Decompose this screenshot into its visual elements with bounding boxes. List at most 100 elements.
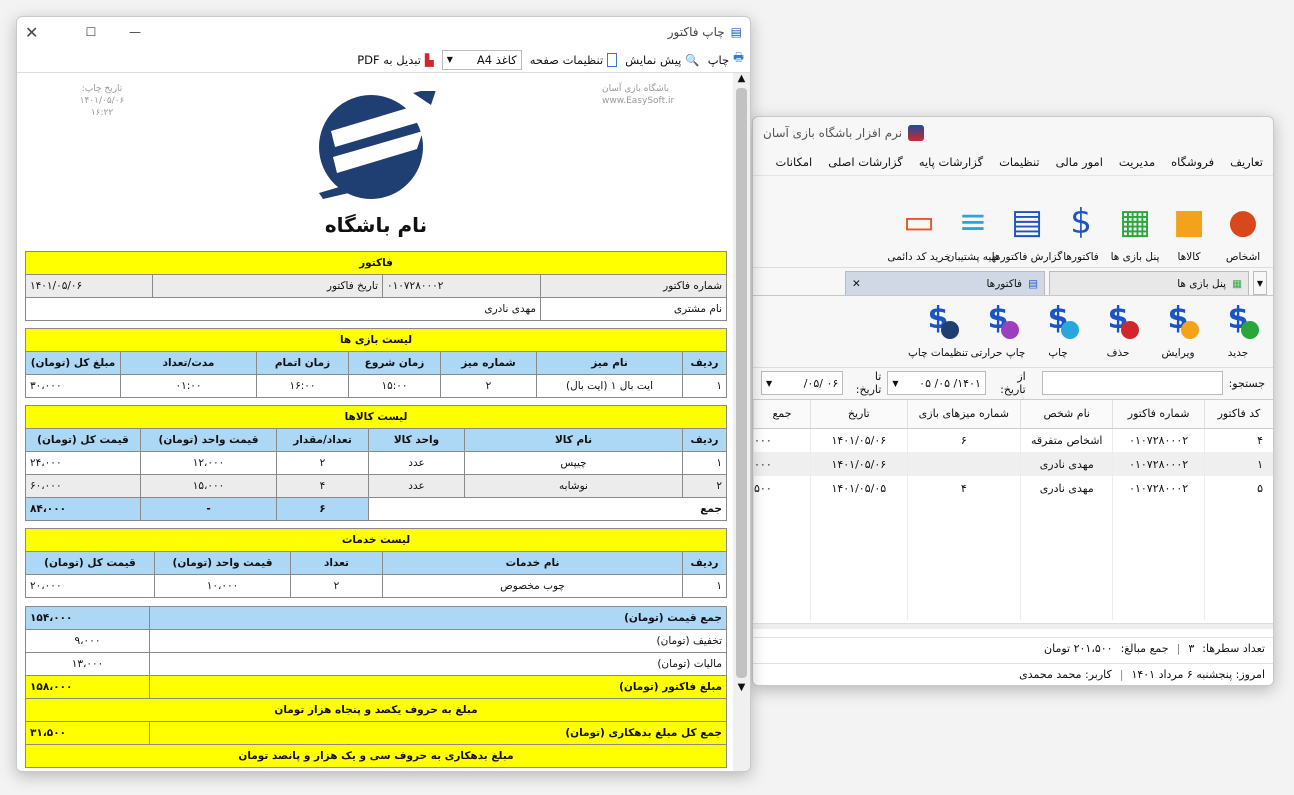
column-header: مبلغ کل (تومان) xyxy=(25,351,121,375)
ribbon-button[interactable]: ▦ پنل بازی ها xyxy=(1111,182,1160,263)
menu-item[interactable]: امکانات xyxy=(776,155,813,169)
empty-cell xyxy=(753,524,811,548)
empty-cell xyxy=(1203,500,1273,524)
ribbon-button[interactable]: ▭ خرید کد دائمی xyxy=(887,182,950,263)
tab-game-panel[interactable]: ▦ پنل بازی ها xyxy=(1049,271,1249,295)
column-header[interactable]: نام شخص xyxy=(1020,400,1113,429)
invoice-icon: $ xyxy=(1070,202,1092,242)
filter-row: جستجو: از تاریخ: ۱۴۰۱/ ۰۵/ ۰۵ ▼ تا تاریخ… xyxy=(753,368,1273,398)
chevron-down-icon: ▼ xyxy=(766,378,773,388)
action-button[interactable]: $ ویرایش xyxy=(1153,295,1203,359)
empty-cell xyxy=(1203,548,1273,572)
horizontal-scrollbar[interactable] xyxy=(753,623,1273,629)
empty-row xyxy=(753,596,1273,620)
from-date-picker[interactable]: ۱۴۰۱/ ۰۵/ ۰۵ ▼ xyxy=(887,371,986,395)
page-settings-label: تنظیمات صفحه xyxy=(529,52,604,67)
main-window: نرم افزار باشگاه بازی آسان تعاریف فروشگاه… xyxy=(752,116,1274,686)
club-logo-icon xyxy=(319,91,436,199)
maximize-icon[interactable]: ☐ xyxy=(69,25,113,39)
goods-sum-total: ۸۴،۰۰۰ xyxy=(25,497,141,521)
ribbon-button-label: فاکتورها xyxy=(1063,251,1099,263)
empty-cell xyxy=(1203,524,1273,548)
table-cell: چوب مخصوص xyxy=(382,574,683,598)
menu-item[interactable]: تنظیمات xyxy=(999,155,1040,169)
action-button[interactable]: $ چاپ xyxy=(1033,295,1083,359)
action-button-label: چاپ xyxy=(1048,347,1068,359)
chevron-down-icon: ▼ xyxy=(446,55,453,64)
preview-button[interactable]: 🔍 پیش نمایش xyxy=(625,53,700,67)
empty-cell xyxy=(810,548,908,572)
to-date-picker[interactable]: ۰۶ /۰۵/ ▼ xyxy=(761,371,844,395)
empty-cell xyxy=(810,500,908,524)
table-row[interactable]: ۴ ۰۱۰۷۲۸۰۰۰۲ اشخاص متفرقه ۶ ۱۴۰۱/۰۵/۰۶ ۰۰۰ xyxy=(753,428,1273,452)
table-row: ۲ نوشابه عدد ۴ ۱۵،۰۰۰ ۶۰،۰۰۰ xyxy=(25,474,727,498)
table-cell: ۰۱۰۷۲۸۰۰۰۲ xyxy=(1112,428,1205,452)
vertical-scrollbar[interactable]: ▲ ▼ xyxy=(733,73,750,771)
table-cell: عدد xyxy=(368,474,465,498)
services-table: لیست خدمات ردیف نام خدمات تعداد قیمت واحد (… xyxy=(25,528,727,598)
scroll-thumb[interactable] xyxy=(736,88,747,678)
badge-icon xyxy=(1181,321,1199,339)
empty-cell xyxy=(810,572,908,596)
brand-name: باشگاه بازی آسان xyxy=(602,84,669,94)
page-settings-button[interactable]: تنظیمات صفحه xyxy=(529,52,618,67)
badge-icon xyxy=(1121,321,1139,339)
close-tab-icon[interactable]: ✕ xyxy=(852,278,861,290)
empty-cell xyxy=(1203,596,1273,620)
table-row: ۱ ایت بال ۱ (ایت بال) ۲ ۱۵:۰۰ ۱۶:۰۰ ۰۱:۰۰ ۳۰،۰… xyxy=(25,374,727,398)
print-button[interactable]: 🖶 چاپ xyxy=(708,50,744,69)
table-cell: ۱۴۰۱/۰۵/۰۵ xyxy=(810,476,908,500)
debt-in-words: مبلغ بدهکاری به حروف سی و یک هزار و پانص… xyxy=(25,744,727,768)
column-header: تعداد/مقدار xyxy=(276,428,369,452)
ribbon-button[interactable]: ■ کالاها xyxy=(1165,182,1213,263)
report-chart-icon: ▤ xyxy=(1010,202,1044,242)
pdf-button[interactable]: ▙ تبدیل به PDF xyxy=(357,53,434,67)
preview-button-label: پیش نمایش xyxy=(625,52,682,67)
ribbon-button[interactable]: ≡ تهیه پشتیبان xyxy=(947,182,1000,263)
scroll-down-icon[interactable]: ▼ xyxy=(733,682,750,693)
menu-item[interactable]: تعاریف xyxy=(1230,155,1263,169)
print-button-label: چاپ xyxy=(707,52,730,67)
ribbon-button[interactable]: $ فاکتورها xyxy=(1057,182,1105,263)
action-button[interactable]: $ تنظیمات چاپ xyxy=(908,295,968,360)
invoice-amount-value: ۱۵۸،۰۰۰ xyxy=(25,675,150,699)
column-header[interactable]: شماره میزهای بازی xyxy=(906,400,1021,429)
menu-item[interactable]: امور مالی xyxy=(1056,155,1103,169)
table-cell: ۶ xyxy=(906,428,1021,452)
grid-icon: ▦ xyxy=(1232,277,1242,290)
table-row[interactable]: ۱ ۰۱۰۷۲۸۰۰۰۲ مهدی نادری ۱۴۰۱/۰۵/۰۶ ۰۰۰ xyxy=(753,452,1273,476)
tab-invoices[interactable]: ▤ فاکتورها ✕ xyxy=(845,271,1045,295)
paper-size-select[interactable]: کاغذ A4 ▼ xyxy=(441,49,522,70)
minimize-icon[interactable]: — xyxy=(113,25,157,39)
ribbon-button[interactable]: ▤ گزارش فاکتورها xyxy=(992,182,1063,263)
empty-cell xyxy=(906,500,1021,524)
column-header[interactable]: جمع xyxy=(753,400,811,429)
search-input[interactable] xyxy=(1041,371,1223,395)
tabs-dropdown-icon[interactable]: ▼ xyxy=(1253,271,1267,295)
table-row[interactable]: ۵ ۰۱۰۷۲۸۰۰۰۲ مهدی نادری ۴ ۱۴۰۱/۰۵/۰۵ ۵۰۰ xyxy=(753,476,1273,500)
empty-row xyxy=(753,572,1273,596)
menu-item[interactable]: گزارشات پایه xyxy=(919,155,983,169)
menu-item[interactable]: فروشگاه xyxy=(1171,155,1214,169)
empty-cell xyxy=(1020,572,1113,596)
table-cell: ۲۰،۰۰۰ xyxy=(25,574,155,598)
column-header: قیمت کل (تومان) xyxy=(25,428,141,452)
sum-value: ۲۰۱،۵۰۰ تومان xyxy=(1044,642,1113,655)
ribbon-button[interactable]: ● اشخاص xyxy=(1219,182,1267,263)
action-button[interactable]: $ حذف xyxy=(1093,295,1143,359)
column-header[interactable]: تاریخ xyxy=(810,400,908,429)
badge-icon xyxy=(941,321,959,339)
invoice-date-label: تاریخ فاکتور xyxy=(152,274,383,298)
action-button-label: تنظیمات چاپ xyxy=(908,347,968,359)
menu-item[interactable]: گزارشات اصلی xyxy=(828,155,903,169)
close-icon[interactable]: ✕ xyxy=(25,23,69,42)
column-header[interactable]: شماره فاکتور xyxy=(1112,400,1205,429)
menu-item[interactable]: مدیریت xyxy=(1119,155,1155,169)
scroll-up-icon[interactable]: ▲ xyxy=(733,73,750,84)
column-header[interactable]: کد فاکتور xyxy=(1203,400,1273,429)
table-cell: عدد xyxy=(368,451,465,475)
table-cell: ایت بال ۱ (ایت بال) xyxy=(536,374,683,398)
action-button[interactable]: $ جدید xyxy=(1213,295,1263,359)
action-button[interactable]: $ چاپ حرارتی xyxy=(971,295,1026,360)
badge-icon xyxy=(1241,321,1259,339)
